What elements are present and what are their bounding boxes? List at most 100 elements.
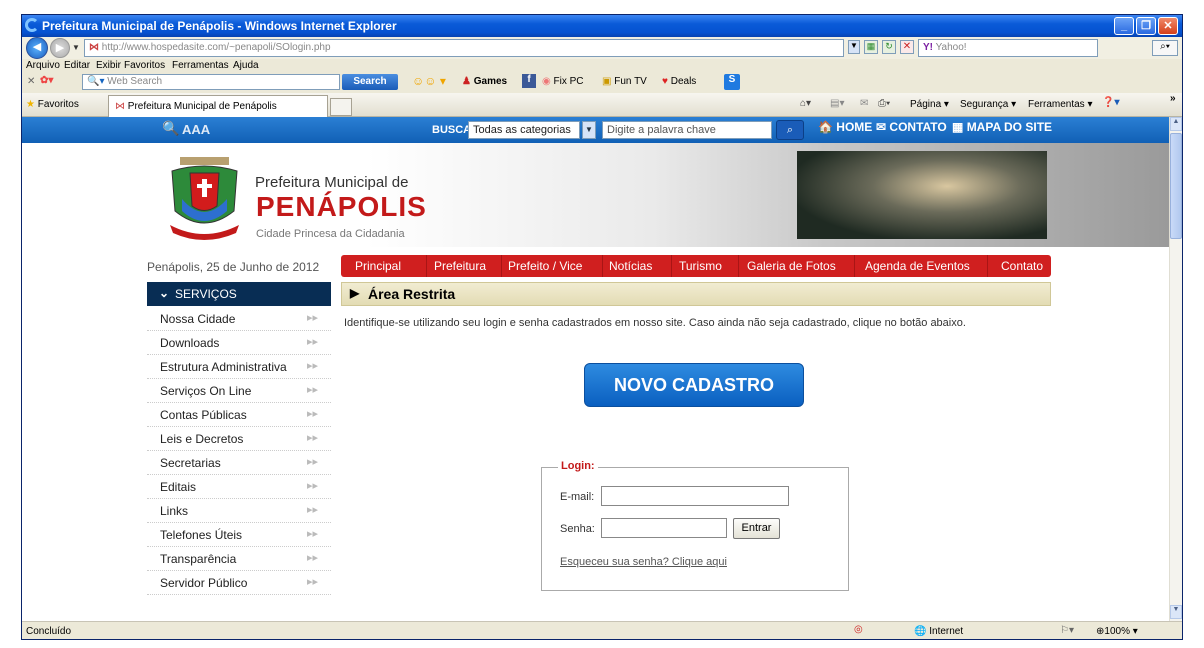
city-crest-logo[interactable]: [162, 151, 247, 243]
arrow-right-icon: ▸▸: [307, 360, 319, 372]
favorites-label: Favoritos: [37, 99, 79, 110]
current-date: Penápolis, 25 de Junho de 2012: [147, 260, 320, 274]
sitemap-link[interactable]: ▦ MAPA DO SITE: [952, 120, 1052, 134]
nav-contato[interactable]: Contato: [1001, 259, 1043, 273]
minimize-button[interactable]: _: [1114, 17, 1134, 35]
crest-icon: [170, 157, 239, 240]
mail-icon[interactable]: ✉: [860, 98, 868, 109]
web-search-placeholder: Web Search: [107, 76, 163, 87]
site-search-button[interactable]: ⌕: [776, 120, 804, 140]
scroll-up-icon[interactable]: ▲: [1170, 117, 1182, 131]
category-select[interactable]: Todas as categorias: [468, 121, 580, 139]
search-magnifier-icon[interactable]: 🔍: [162, 120, 179, 137]
smiley-icon[interactable]: ☺☺ ▾: [412, 74, 446, 88]
tools-menu[interactable]: Ferramentas ▾: [1028, 99, 1093, 110]
nav-prefeitura[interactable]: Prefeitura: [434, 259, 486, 273]
contact-link[interactable]: ✉ CONTATO: [876, 120, 947, 134]
category-dropdown-icon[interactable]: ▼: [582, 121, 596, 139]
maximize-button[interactable]: ❐: [1136, 17, 1156, 35]
home-link[interactable]: 🏠 HOME: [818, 120, 872, 134]
print-icon[interactable]: ⎙▾: [878, 98, 890, 109]
nav-galeria[interactable]: Galeria de Fotos: [747, 259, 836, 273]
menu-ferramentas[interactable]: Ferramentas: [172, 60, 229, 71]
login-submit-button[interactable]: Entrar: [733, 518, 780, 539]
popup-blocked-icon[interactable]: ◎: [854, 624, 863, 635]
refresh-icon[interactable]: ↻: [882, 40, 896, 54]
scroll-thumb[interactable]: [1170, 133, 1182, 239]
new-signup-button[interactable]: NOVO CADASTRO: [584, 363, 804, 407]
compat-view-icon[interactable]: ▦: [864, 40, 878, 54]
new-tab-button[interactable]: [330, 98, 352, 116]
deals-icon: ♥: [662, 76, 668, 87]
web-search-input[interactable]: 🔍▾ Web Search: [82, 74, 340, 90]
forward-button[interactable]: ▶: [50, 38, 70, 58]
triangle-right-icon: ▶: [350, 286, 360, 300]
password-field[interactable]: [601, 518, 727, 538]
history-dropdown-icon[interactable]: ▼: [72, 43, 80, 52]
tab-label: Prefeitura Municipal de Penápolis: [127, 101, 277, 112]
home-icon[interactable]: ⌂▾: [800, 98, 811, 109]
zone-indicator: 🌐 Internet: [914, 626, 963, 637]
menu-exibir[interactable]: Exibir: [96, 60, 121, 71]
service-label: Downloads: [160, 336, 220, 350]
service-label: Secretarias: [160, 456, 221, 470]
nav-prefeito-vice[interactable]: Prefeito / Vice: [508, 259, 582, 273]
browser-tab[interactable]: ⋈ Prefeitura Municipal de Penápolis: [108, 95, 328, 117]
font-size-control[interactable]: AAA: [182, 122, 210, 137]
service-estrutura[interactable]: Estrutura Administrativa ▸▸: [147, 355, 331, 379]
nav-noticias[interactable]: Notícias: [609, 259, 652, 273]
close-button[interactable]: ✕: [1158, 17, 1178, 35]
service-label: Telefones Úteis: [160, 528, 243, 542]
service-links[interactable]: Links ▸▸: [147, 499, 331, 523]
menu-ajuda[interactable]: Ajuda: [233, 60, 259, 71]
service-telefones[interactable]: Telefones Úteis ▸▸: [147, 523, 331, 547]
service-servidor[interactable]: Servidor Público ▸▸: [147, 571, 331, 595]
service-label: Nossa Cidade: [160, 312, 236, 326]
keyword-input[interactable]: Digite a palavra chave: [602, 121, 772, 139]
forgot-password-link[interactable]: Esqueceu sua senha? Clique aqui: [560, 556, 727, 568]
menu-favoritos[interactable]: Favoritos: [124, 60, 165, 71]
arrow-right-icon: ▸▸: [307, 408, 319, 420]
email-field[interactable]: [601, 486, 789, 506]
sitemap-link-label: MAPA DO SITE: [966, 120, 1053, 134]
security-menu[interactable]: Segurança ▾: [960, 99, 1016, 110]
feeds-icon[interactable]: ▤▾: [830, 98, 844, 109]
help-icon[interactable]: ❓▾: [1102, 97, 1119, 108]
s-icon[interactable]: S: [724, 74, 740, 90]
back-button[interactable]: ◀: [26, 37, 48, 59]
page-menu[interactable]: Página ▾: [910, 99, 949, 110]
service-editais[interactable]: Editais ▸▸: [147, 475, 331, 499]
service-nossa-cidade[interactable]: Nossa Cidade ▸▸: [147, 307, 331, 331]
stop-icon[interactable]: ✕: [900, 40, 914, 54]
funtv-button[interactable]: ▣ Fun TV: [602, 76, 647, 87]
menu-editar[interactable]: Editar: [64, 60, 90, 71]
scroll-down-icon[interactable]: ▼: [1170, 605, 1182, 619]
close-toolbar-icon[interactable]: ✕: [27, 76, 35, 87]
url-dropdown-icon[interactable]: ▼: [848, 40, 860, 54]
deals-button[interactable]: ♥ Deals: [662, 76, 696, 87]
web-search-button[interactable]: Search: [342, 74, 398, 90]
protected-mode-icon[interactable]: ⚐▾: [1060, 625, 1074, 636]
service-leis[interactable]: Leis e Decretos ▸▸: [147, 427, 331, 451]
facebook-icon[interactable]: f: [522, 74, 536, 88]
search-go-icon[interactable]: ⌕▾: [1152, 40, 1178, 56]
nav-principal[interactable]: Principal: [355, 259, 401, 273]
nav-agenda[interactable]: Agenda de Eventos: [865, 259, 970, 273]
service-contas[interactable]: Contas Públicas ▸▸: [147, 403, 331, 427]
nav-turismo[interactable]: Turismo: [679, 259, 722, 273]
service-downloads[interactable]: Downloads ▸▸: [147, 331, 331, 355]
menu-arquivo[interactable]: Arquivo: [26, 60, 60, 71]
chevron-more-icon[interactable]: »: [1170, 93, 1176, 104]
vertical-scrollbar[interactable]: ▲ ▼: [1169, 117, 1182, 621]
url-field[interactable]: ⋈ http://www.hospedasite.com/~penapoli/S…: [84, 39, 844, 57]
fixpc-button[interactable]: ◉ Fix PC: [542, 76, 584, 87]
zoom-control[interactable]: ⊕100% ▾: [1096, 626, 1138, 637]
service-transparencia[interactable]: Transparência ▸▸: [147, 547, 331, 571]
search-box[interactable]: Y! Yahoo!: [918, 39, 1098, 57]
service-secretarias[interactable]: Secretarias ▸▸: [147, 451, 331, 475]
games-button[interactable]: ♟ Games: [462, 76, 507, 87]
service-online[interactable]: Serviços On Line ▸▸: [147, 379, 331, 403]
arrow-right-icon: ▸▸: [307, 312, 319, 324]
favorites-button[interactable]: ★ Favoritos: [26, 99, 79, 110]
addon-icon[interactable]: ✿▾: [40, 75, 53, 86]
